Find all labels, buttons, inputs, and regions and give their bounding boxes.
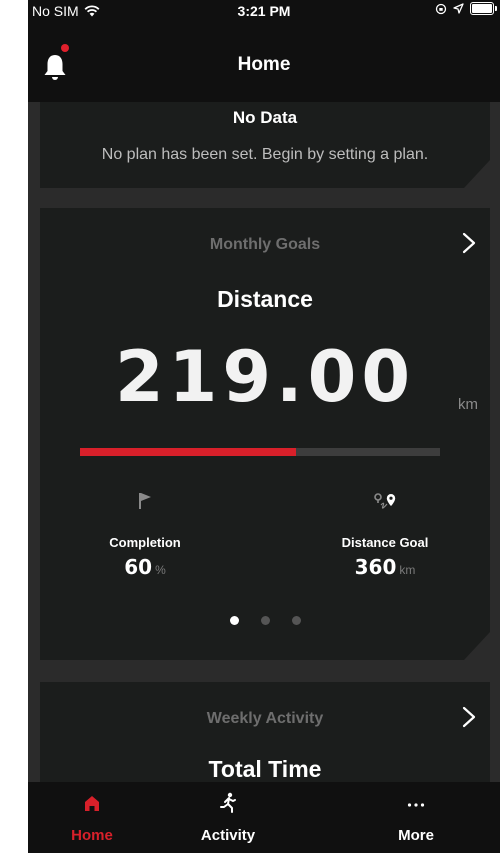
- home-icon: [85, 796, 99, 811]
- completion-label: Completion: [109, 535, 181, 550]
- tab-home[interactable]: Home: [32, 782, 152, 853]
- weekly-activity-header: Weekly Activity: [206, 710, 324, 727]
- tab-more[interactable]: More: [356, 782, 476, 853]
- chevron-right-icon[interactable]: [462, 232, 476, 254]
- page-indicator[interactable]: [40, 616, 490, 625]
- goal-metric-title: Distance: [217, 286, 313, 312]
- chevron-right-icon[interactable]: [462, 706, 476, 728]
- page-title: Home: [237, 54, 291, 75]
- distance-goal-value: 360: [354, 555, 397, 579]
- orientation-lock-icon: [435, 3, 447, 14]
- flag-icon: [136, 492, 154, 510]
- distance-goal-label: Distance Goal: [341, 535, 429, 550]
- distance-goal-stat: Distance Goal 360 km: [300, 492, 470, 579]
- progress-fill: [80, 448, 296, 456]
- tab-home-label: Home: [71, 827, 113, 844]
- plan-card[interactable]: No Data No plan has been set. Begin by s…: [40, 102, 490, 188]
- tab-more-label: More: [398, 827, 434, 844]
- distance-value: 219.00: [114, 336, 416, 418]
- monthly-goals-header: Monthly Goals: [209, 236, 321, 253]
- distance-unit: km: [458, 396, 478, 413]
- notification-dot: [61, 44, 69, 52]
- completion-value: 60: [124, 555, 153, 579]
- nav-bar: Home: [28, 22, 500, 102]
- tab-activity-label: Activity: [200, 827, 256, 844]
- battery-icon: [470, 2, 497, 15]
- monthly-goals-card: Monthly Goals Distance 219.00 km Complet…: [40, 208, 490, 660]
- tab-activity[interactable]: Activity: [168, 782, 288, 853]
- page-dot[interactable]: [261, 616, 270, 625]
- completion-unit: %: [155, 563, 166, 577]
- progress-bar: [80, 448, 440, 456]
- plan-message: No plan has been set. Begin by setting a…: [101, 146, 429, 163]
- route-pins-icon: [372, 492, 398, 510]
- plan-title: No Data: [232, 108, 298, 127]
- phone-screen: No SIM 3:21 PM Home No Data No plan has …: [28, 0, 500, 853]
- more-dots-icon: [407, 803, 425, 807]
- status-time: 3:21 PM: [237, 3, 291, 19]
- status-bar: No SIM 3:21 PM: [28, 0, 500, 22]
- completion-stat: Completion 60%: [60, 492, 230, 579]
- weekly-metric-title: Total Time: [208, 756, 322, 782]
- location-icon: [453, 3, 464, 14]
- page-dot[interactable]: [230, 616, 239, 625]
- page-dot[interactable]: [292, 616, 301, 625]
- distance-goal-unit: km: [399, 563, 416, 577]
- running-person-icon: [220, 792, 236, 813]
- tab-bar: Home Activity More: [28, 782, 500, 853]
